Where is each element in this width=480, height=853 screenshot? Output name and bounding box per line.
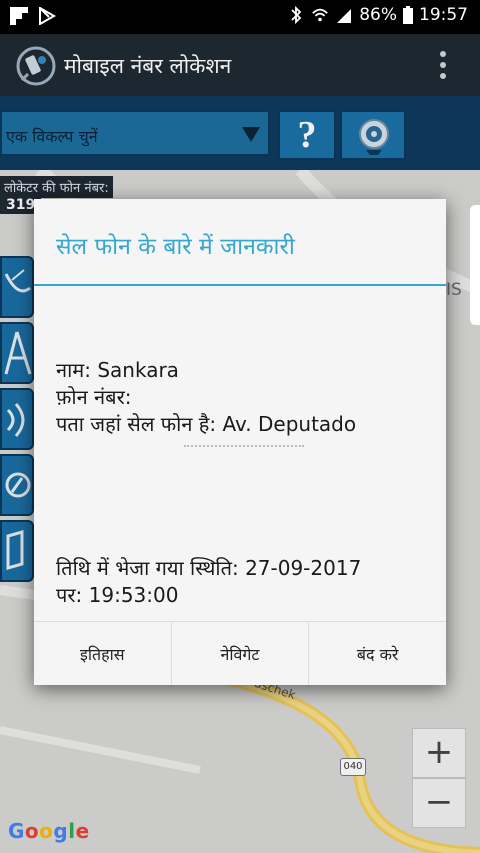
address-line: पता जहां सेल फोन है: Av. Deputado [56,412,357,436]
bluetooth-icon [291,5,302,25]
dialog-title: सेल फोन के बारे में जानकारी [56,234,295,260]
name-line: नाम: Sankara [56,358,179,382]
dialog-info-body: नाम: Sankara फ़ोन नंबर: पता जहां सेल फोन… [56,357,436,438]
wifi-icon [312,8,329,22]
time-line: पर: 19:53:00 [56,583,179,607]
battery-icon [403,6,413,24]
dialog-button-bar: इतिहास नेविगेट बंद करे [34,621,446,685]
clipped-text-line [184,445,304,451]
battery-percent: 86% [359,5,397,25]
signal-icon [337,9,352,23]
status-bar: 86% 19:57 [0,0,480,34]
flipboard-notification-icon [10,7,28,25]
phone-line: फ़ोन नंबर: [56,385,132,409]
date-line: तिथि में भेजा गया स्थिति: 27-09-2017 [56,556,362,580]
navigate-button[interactable]: नेविगेट [172,622,310,685]
play-store-notification-icon [39,7,56,25]
dialog-title-divider [34,284,446,286]
dialog-date-body: तिथि में भेजा गया स्थिति: 27-09-2017 पर:… [56,555,436,609]
status-time: 19:57 [419,5,468,25]
cell-phone-info-dialog: सेल फोन के बारे में जानकारी नाम: Sankara… [34,199,446,685]
history-button[interactable]: इतिहास [34,622,172,685]
scrollbar-handle[interactable] [470,205,480,325]
close-button[interactable]: बंद करे [309,622,446,685]
